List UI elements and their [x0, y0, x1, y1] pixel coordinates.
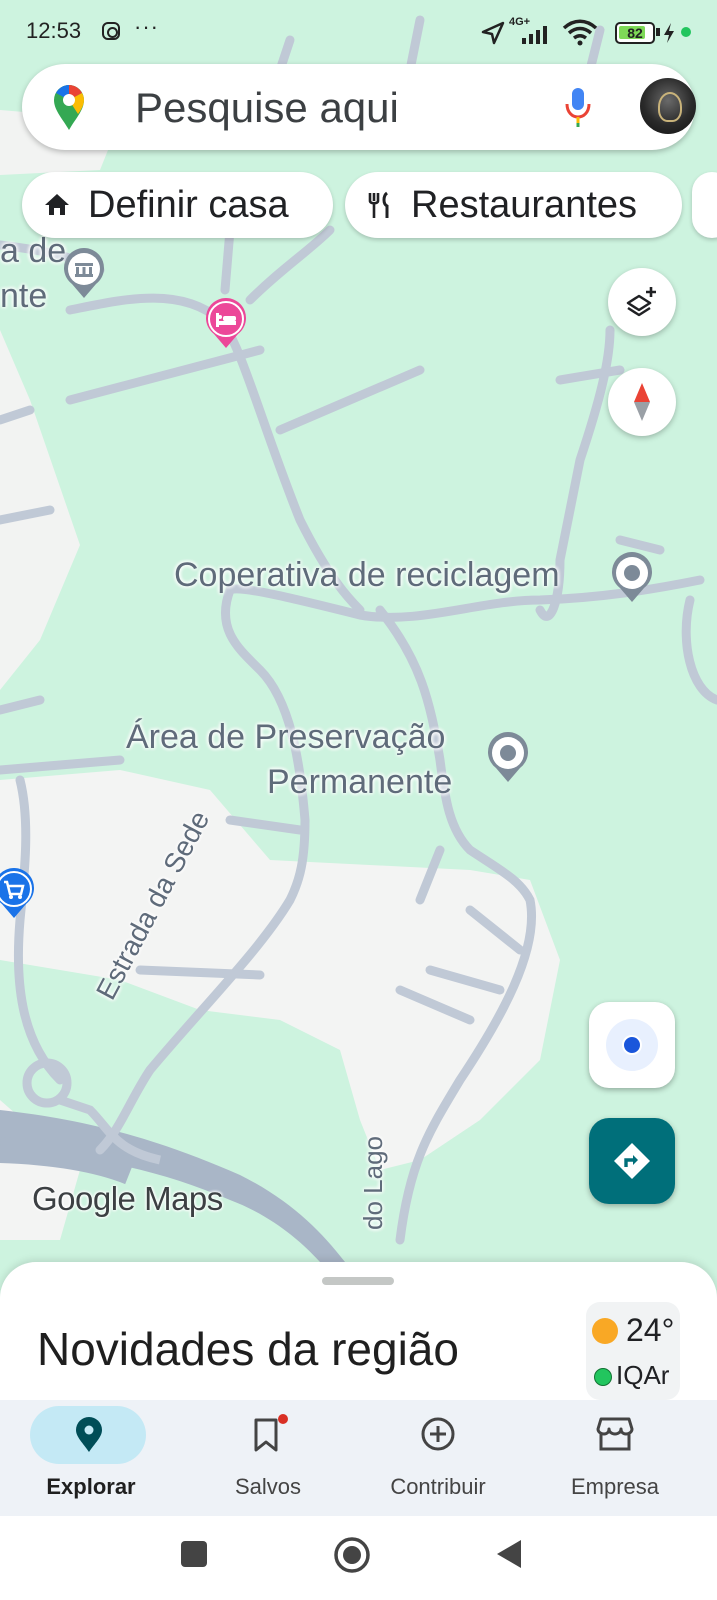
nav-label: Contribuir: [390, 1474, 486, 1499]
layers-button[interactable]: [608, 268, 676, 336]
weather-temperature: 24°: [626, 1312, 675, 1348]
preserve-label-line2[interactable]: Permanente: [267, 763, 452, 802]
weather-widget[interactable]: 24° IQAr: [586, 1302, 680, 1400]
bottom-navigation: Explorar Salvos Contribuir Empresa: [0, 1400, 717, 1516]
location-arrow-icon: [481, 21, 505, 45]
charging-bolt-icon: [664, 23, 674, 43]
nav-label: Empresa: [570, 1474, 660, 1499]
battery-indicator: 82: [615, 22, 655, 44]
nav-saved[interactable]: Salvos: [193, 1400, 343, 1516]
my-location-icon: [606, 1019, 658, 1071]
cooperative-pin-icon[interactable]: [610, 552, 654, 604]
chip-set-home[interactable]: Definir casa: [22, 172, 333, 238]
more-notifications-icon: ···: [134, 14, 159, 39]
preserve-label-line1[interactable]: Área de Preservação: [126, 718, 445, 757]
maps-pin-icon: [54, 85, 84, 130]
sheet-drag-handle[interactable]: [322, 1277, 394, 1285]
avatar[interactable]: [640, 78, 696, 134]
saved-badge-dot: [278, 1414, 288, 1424]
status-bar: 12:53 ··· 4G+ 82: [0, 0, 717, 64]
my-location-button[interactable]: [589, 1002, 675, 1088]
fork-knife-icon: [368, 191, 389, 218]
recents-icon[interactable]: [180, 1540, 208, 1568]
bookmark-icon: [254, 1418, 278, 1452]
google-maps-logo: Google Maps: [32, 1180, 223, 1217]
category-chips: Definir casa Restaurantes: [0, 172, 717, 238]
compass-icon: [634, 383, 650, 421]
sheet-title: Novidades da região: [37, 1323, 459, 1375]
chip-label: Restaurantes: [411, 183, 638, 226]
status-dot-icon: [681, 27, 691, 37]
wifi-icon: [562, 19, 598, 46]
directions-button[interactable]: [589, 1118, 675, 1204]
hotel-pin-icon[interactable]: [204, 298, 248, 350]
instagram-icon: [102, 22, 120, 40]
layers-icon: [626, 287, 656, 317]
air-quality-label: IQAr: [616, 1360, 670, 1390]
explore-pin-icon: [76, 1417, 102, 1452]
directions-icon: [614, 1143, 650, 1179]
cooperative-label[interactable]: Coperativa de reciclagem: [174, 556, 560, 595]
battery-level: 82: [627, 25, 643, 41]
air-quality-dot-icon: [594, 1368, 612, 1386]
status-time: 12:53: [26, 18, 82, 43]
preserve-pin-icon[interactable]: [486, 732, 530, 784]
back-icon[interactable]: [494, 1538, 524, 1570]
nav-explore[interactable]: Explorar: [16, 1400, 166, 1516]
system-navigation-bar: [0, 1516, 717, 1600]
chip-label: Definir casa: [88, 183, 289, 226]
nav-business[interactable]: Empresa: [540, 1400, 690, 1516]
nav-label: Salvos: [234, 1474, 302, 1499]
search-bar[interactable]: Pesquise aqui: [22, 64, 696, 150]
signal-icon: [522, 26, 547, 44]
add-circle-icon: [421, 1417, 455, 1451]
search-input[interactable]: Pesquise aqui: [135, 84, 399, 132]
home-circle-icon[interactable]: [333, 1536, 371, 1574]
museum-pin-icon[interactable]: [62, 248, 106, 300]
chip-next-partial[interactable]: [692, 172, 717, 238]
place-label-partial-2: nte: [0, 277, 48, 315]
chip-restaurants[interactable]: Restaurantes: [345, 172, 682, 238]
road-label-lago: do Lago: [358, 1136, 388, 1230]
explore-sheet[interactable]: Novidades da região 24° IQAr: [0, 1262, 717, 1400]
storefront-icon: [596, 1417, 634, 1451]
mic-icon[interactable]: [564, 86, 592, 128]
compass-button[interactable]: [608, 368, 676, 436]
nav-label: Explorar: [46, 1474, 136, 1499]
sun-icon: [592, 1318, 618, 1344]
nav-contribute[interactable]: Contribuir: [363, 1400, 513, 1516]
shopping-cart-pin-icon[interactable]: [0, 868, 36, 920]
home-icon: [45, 194, 69, 215]
